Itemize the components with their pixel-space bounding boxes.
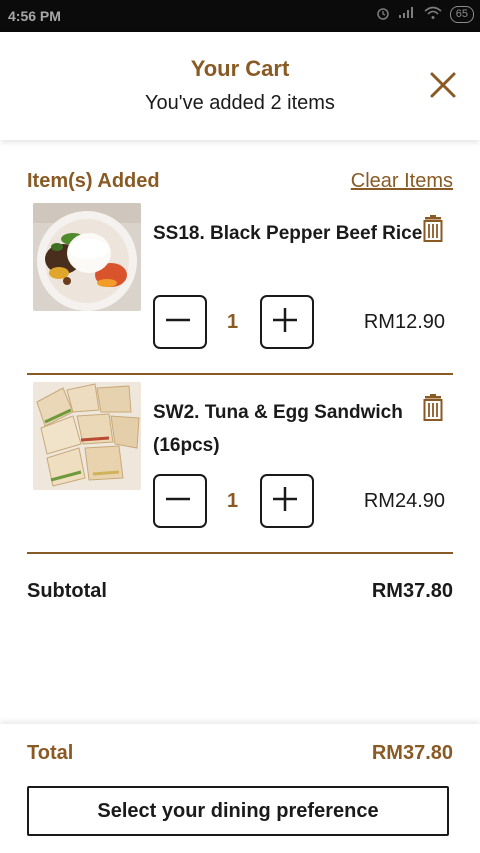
item-quantity: 1 xyxy=(227,311,239,333)
cart-item: SS18. Black Pepper Beef Rice 1 RM12.90 xyxy=(27,203,453,375)
alarm-icon xyxy=(376,6,390,23)
status-icons: 65 xyxy=(376,6,474,23)
cart-header: Your Cart You've added 2 items xyxy=(0,32,480,140)
increase-quantity-button[interactable] xyxy=(260,474,314,528)
items-count-text: You've added 2 items xyxy=(145,92,335,114)
subtotal-value: RM37.80 xyxy=(371,580,453,602)
item-price: RM12.90 xyxy=(363,311,445,333)
subtotal-row: Subtotal RM37.80 xyxy=(27,578,453,606)
increase-quantity-button[interactable] xyxy=(260,295,314,349)
status-bar: 4:56 PM 65 xyxy=(0,0,480,32)
delete-item-button[interactable] xyxy=(421,394,445,424)
plus-icon xyxy=(273,308,297,332)
battery-indicator: 65 xyxy=(449,6,474,23)
decrease-quantity-button[interactable] xyxy=(153,474,207,528)
clear-items-link[interactable]: Clear Items xyxy=(351,170,453,193)
page-title: Your Cart xyxy=(190,56,290,81)
cart-footer: Total RM37.80 Select your dining prefere… xyxy=(0,724,480,853)
close-button[interactable] xyxy=(428,70,458,100)
items-section-header: Item(s) Added Clear Items xyxy=(27,168,453,196)
trash-icon xyxy=(423,215,443,242)
select-dining-preference-button[interactable]: Select your dining preference xyxy=(27,786,449,836)
items-added-label: Item(s) Added xyxy=(27,170,160,192)
close-icon xyxy=(430,72,456,98)
delete-item-button[interactable] xyxy=(421,215,445,245)
plus-icon xyxy=(273,487,297,511)
total-label: Total xyxy=(27,742,74,764)
signal-icon xyxy=(398,7,416,22)
wifi-icon xyxy=(424,6,442,23)
cart-item: SW2. Tuna & Egg Sandwich (16pcs) 1 RM24.… xyxy=(27,382,453,554)
minus-icon xyxy=(166,497,190,501)
item-price: RM24.90 xyxy=(363,490,445,512)
item-image xyxy=(33,382,141,490)
decrease-quantity-button[interactable] xyxy=(153,295,207,349)
trash-icon xyxy=(423,394,443,421)
item-image xyxy=(33,203,141,311)
minus-icon xyxy=(166,318,190,322)
item-name: SW2. Tuna & Egg Sandwich (16pcs) xyxy=(153,402,403,456)
total-value: RM37.80 xyxy=(371,742,453,764)
item-quantity: 1 xyxy=(227,490,239,512)
status-time: 4:56 PM xyxy=(8,8,61,24)
subtotal-label: Subtotal xyxy=(27,580,107,602)
item-name: SS18. Black Pepper Beef Rice xyxy=(153,223,423,244)
